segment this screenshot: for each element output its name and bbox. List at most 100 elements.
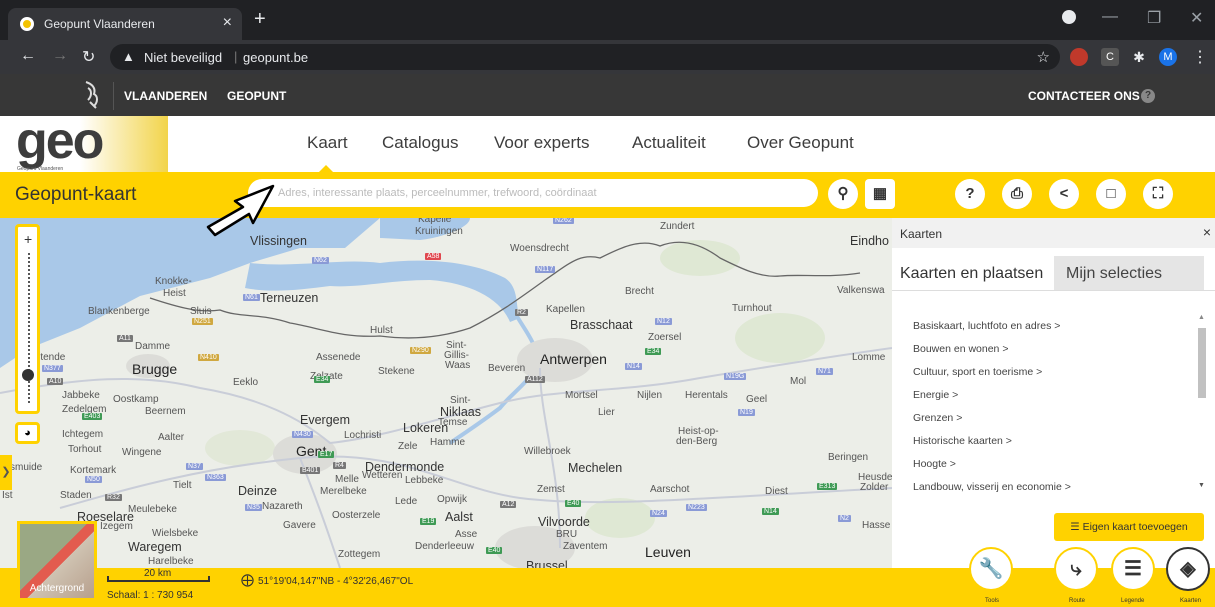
place-label: Antwerpen xyxy=(540,351,607,367)
place-label: Vilvoorde xyxy=(538,515,590,529)
category-item[interactable]: Bouwen en wonen > xyxy=(913,343,1008,355)
forward-icon[interactable]: → xyxy=(52,47,68,65)
help-button[interactable]: ? xyxy=(955,179,985,209)
category-item[interactable]: Hoogte > xyxy=(913,458,956,470)
category-item[interactable]: Landbouw, visserij en economie > xyxy=(913,481,1071,493)
scroll-down-icon[interactable]: ▼ xyxy=(1198,482,1205,489)
extension-c-icon[interactable]: C xyxy=(1101,48,1119,66)
place-label: Heist xyxy=(163,288,186,299)
share-button[interactable]: < xyxy=(1049,179,1079,209)
tab-close-icon[interactable]: × xyxy=(223,14,232,32)
add-own-map-button[interactable]: ☰ Eigen kaart toevoegen xyxy=(1054,513,1204,541)
zoom-slider[interactable]: + xyxy=(15,224,40,414)
place-label: Eindho xyxy=(850,234,889,248)
legend-button[interactable]: ☰ xyxy=(1111,547,1155,591)
category-item[interactable]: Energie > xyxy=(913,389,958,401)
nav-actualiteit[interactable]: Actualiteit xyxy=(632,133,706,153)
extensions-puzzle-icon[interactable]: ✱ xyxy=(1130,48,1148,66)
left-panel-toggle[interactable]: ❯ xyxy=(0,455,12,490)
place-label: Nijlen xyxy=(637,390,663,401)
place-label: Ichtegem xyxy=(62,429,104,440)
road-shield: N24 xyxy=(650,510,667,517)
place-label: Izegem xyxy=(100,521,133,532)
road-shield: R32 xyxy=(105,494,122,501)
profile-avatar[interactable]: M xyxy=(1159,48,1177,66)
scrollbar[interactable]: ▲ ▼ xyxy=(1197,314,1207,494)
nav-voor-experts[interactable]: Voor experts xyxy=(494,133,589,153)
place-label: Sluis xyxy=(190,306,212,317)
window-button[interactable]: □ xyxy=(1096,179,1126,209)
place-label: Gavere xyxy=(283,520,316,531)
tools-button[interactable]: 🔧 xyxy=(969,547,1013,591)
nav-catalogus[interactable]: Catalogus xyxy=(382,133,459,153)
list-icon: ☰ xyxy=(1124,558,1142,580)
place-label: Zoersel xyxy=(648,332,682,343)
tab-kaarten-en-plaatsen[interactable]: Kaarten en plaatsen xyxy=(892,256,1054,290)
place-label: Evergem xyxy=(300,413,351,427)
print-icon: ⎙ xyxy=(1010,185,1023,202)
scroll-thumb[interactable] xyxy=(1198,328,1206,398)
tab-mijn-selecties[interactable]: Mijn selecties xyxy=(1054,256,1204,290)
warning-icon: ▲ xyxy=(122,49,135,64)
minimize-icon[interactable]: — xyxy=(1102,8,1118,26)
place-label: Brugge xyxy=(132,361,178,377)
place-label: Woensdrecht xyxy=(510,243,569,254)
category-item[interactable]: Historische kaarten > xyxy=(913,435,1012,447)
category-item[interactable]: Basiskaart, luchtfoto en adres > xyxy=(913,320,1060,332)
fullscreen-button[interactable]: ⛶ xyxy=(1143,179,1173,209)
category-list: Basiskaart, luchtfoto en adres > Bouwen … xyxy=(892,290,1215,495)
maps-button[interactable]: ◈ xyxy=(1166,547,1210,591)
place-label: Mol xyxy=(790,376,807,387)
panel-close-icon[interactable]: × xyxy=(1203,224,1211,240)
extension-shield-icon[interactable] xyxy=(1070,48,1088,66)
route-label: Route xyxy=(1069,598,1086,604)
place-label: Waregem xyxy=(128,540,182,554)
road-shield: N14 xyxy=(625,363,642,370)
bookmark-star-icon[interactable]: ☆ xyxy=(1037,48,1050,66)
catalog-button[interactable]: ▦ xyxy=(865,179,895,209)
road-shield: N117 xyxy=(535,266,556,273)
search-location-button[interactable]: ⚲ xyxy=(828,179,858,209)
road-shield: N14 xyxy=(762,508,779,515)
maps-label: Kaarten xyxy=(1180,598,1202,604)
nav-kaart[interactable]: Kaart xyxy=(307,133,348,153)
scroll-up-icon[interactable]: ▲ xyxy=(1198,314,1205,321)
road-shield: N50 xyxy=(85,476,102,483)
help-icon[interactable]: ? xyxy=(1141,89,1155,103)
road-shield: N19 xyxy=(738,409,755,416)
vlaanderen-link[interactable]: VLAANDEREN xyxy=(124,89,207,103)
reload-icon[interactable]: ↻ xyxy=(82,47,95,67)
print-button[interactable]: ⎙ xyxy=(1002,179,1032,209)
back-icon[interactable]: ← xyxy=(20,47,36,65)
map-canvas[interactable]: Vlissingen Kruiningen Kapelle Woensdrecht Zu… xyxy=(0,218,892,568)
geopunt-link[interactable]: GEOPUNT xyxy=(227,89,286,103)
new-tab-button[interactable]: + xyxy=(254,8,266,31)
place-label: Beernem xyxy=(145,406,186,417)
globe-button[interactable]: ◕ xyxy=(15,422,40,444)
zoom-handle[interactable] xyxy=(22,369,34,381)
zoom-in-icon[interactable]: + xyxy=(24,231,32,247)
road-shield: N12 xyxy=(655,318,672,325)
profile-dot-icon[interactable] xyxy=(1062,10,1076,24)
road-shield: E40 xyxy=(486,547,503,554)
place-label: Wielsbeke xyxy=(152,528,199,539)
search-input[interactable]: Adres, interessante plaats, perceelnumme… xyxy=(248,179,818,207)
menu-dots-icon[interactable]: ⋮ xyxy=(1192,47,1208,67)
category-item[interactable]: Grenzen > xyxy=(913,412,962,424)
panel-header: Kaarten × xyxy=(892,218,1215,248)
restore-icon[interactable]: ❐ xyxy=(1147,8,1161,28)
browser-tab[interactable]: Geopunt Vlaanderen × xyxy=(8,8,242,40)
place-label: smuide xyxy=(10,462,43,473)
route-button[interactable]: ⤷ xyxy=(1054,547,1098,591)
contact-link[interactable]: CONTACTEER ONS xyxy=(1028,89,1140,103)
place-label: Zele xyxy=(398,441,418,452)
window-close-icon[interactable]: ✕ xyxy=(1190,8,1203,28)
geo-logo[interactable]: geo xyxy=(16,115,104,167)
nav-over-geopunt[interactable]: Over Geopunt xyxy=(747,133,854,153)
background-switcher[interactable]: Achtergrond xyxy=(17,521,97,601)
category-item[interactable]: Cultuur, sport en toerisme > xyxy=(913,366,1042,378)
road-shield: A112 xyxy=(525,376,545,383)
place-label: Brecht xyxy=(625,286,654,297)
scale-ratio: Schaal: 1 : 730 954 xyxy=(107,590,194,601)
address-bar[interactable]: ▲ Niet beveiligd | geopunt.be ☆ xyxy=(110,44,1060,70)
